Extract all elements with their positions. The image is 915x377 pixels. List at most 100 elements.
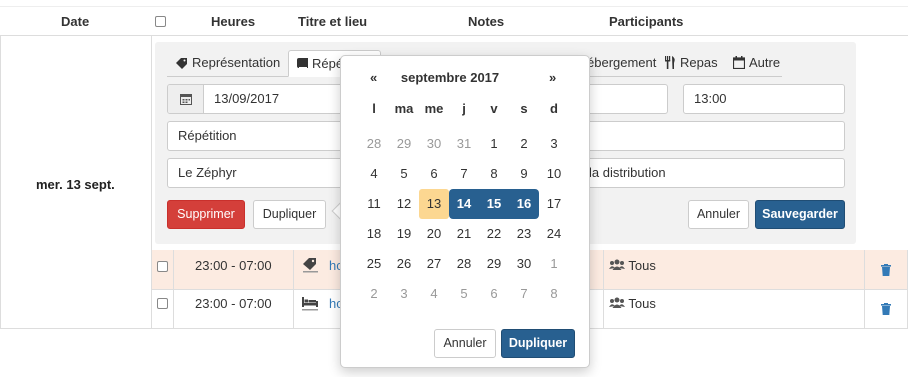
calendar-day[interactable]: 1 — [479, 129, 509, 159]
calendar-addon[interactable] — [168, 85, 204, 113]
save-button[interactable]: Sauvegarder — [755, 200, 845, 229]
tab-repetition-label: Répé — [312, 56, 344, 71]
tab-representation-label: Représentation — [192, 55, 281, 70]
ticket-icon — [176, 58, 187, 69]
bed-icon — [302, 297, 318, 311]
calendar-day[interactable]: 7 — [449, 159, 479, 189]
calendar-day[interactable]: 10 — [539, 159, 569, 189]
calendar-day[interactable]: 2 — [359, 279, 389, 309]
calendar-day[interactable]: 2 — [509, 129, 539, 159]
tab-hebergement[interactable]: ébergement — [587, 50, 656, 77]
row-checkbox[interactable] — [157, 261, 168, 272]
prev-month-button[interactable]: « — [370, 70, 377, 85]
calendar-day[interactable]: 12 — [389, 189, 419, 219]
row-time: 23:00 - 07:00 — [195, 258, 272, 273]
date-input[interactable]: 13/09/2017 — [167, 84, 347, 114]
row-participants: Tous — [609, 296, 656, 311]
date-value: 13/09/2017 — [214, 91, 280, 106]
next-month-button[interactable]: » — [549, 70, 556, 85]
calendar-day[interactable]: 3 — [389, 279, 419, 309]
row-participants: Tous — [609, 258, 656, 273]
weekday-header: j — [462, 101, 466, 116]
weekday-header: me — [424, 101, 444, 116]
tab-autre-label: Autre — [749, 55, 781, 70]
calendar-day[interactable]: 22 — [479, 219, 509, 249]
calendar-day[interactable]: 17 — [539, 189, 569, 219]
calendar-day[interactable]: 28 — [359, 129, 389, 159]
time-input[interactable]: 13:00 — [683, 84, 845, 114]
users-icon — [609, 297, 625, 308]
book-icon — [297, 58, 308, 69]
calendar-day[interactable]: 8 — [479, 159, 509, 189]
row-checkbox[interactable] — [157, 298, 168, 309]
calendar-duplicate-button[interactable]: Dupliquer — [501, 329, 575, 358]
calendar-day[interactable]: 30 — [509, 249, 539, 279]
calendar-day[interactable]: 6 — [419, 159, 449, 189]
tab-autre[interactable]: Autre — [732, 50, 781, 77]
calendar-day[interactable]: 28 — [449, 249, 479, 279]
cutlery-icon — [665, 56, 675, 69]
calendar-day[interactable]: 11 — [359, 189, 389, 219]
calendar-day[interactable]: 25 — [359, 249, 389, 279]
calendar-day[interactable]: 30 — [419, 129, 449, 159]
calendar-day[interactable]: 8 — [539, 279, 569, 309]
row-time: 23:00 - 07:00 — [195, 296, 272, 311]
calendar-day[interactable]: 26 — [389, 249, 419, 279]
calendar-day[interactable]: 27 — [419, 249, 449, 279]
calendar-cancel-button[interactable]: Annuler — [434, 329, 496, 358]
calendar-day[interactable]: 5 — [449, 279, 479, 309]
calendar-day[interactable]: 4 — [419, 279, 449, 309]
calendar-day[interactable]: 1 — [539, 249, 569, 279]
tab-repas-label: Repas — [680, 55, 718, 70]
location-input[interactable]: Le Zéphyr — [167, 158, 347, 188]
weekday-header: l — [372, 101, 376, 116]
ticket-icon — [303, 258, 318, 273]
weekday-header: v — [490, 101, 498, 116]
weekday-header: ma — [394, 101, 414, 116]
cancel-button[interactable]: Annuler — [688, 200, 749, 229]
calendar-day[interactable]: 29 — [389, 129, 419, 159]
calendar-day[interactable]: 19 — [389, 219, 419, 249]
calendar-day[interactable]: 21 — [449, 219, 479, 249]
duplicate-button[interactable]: Dupliquer — [253, 200, 326, 229]
calendar-day[interactable]: 9 — [509, 159, 539, 189]
calendar-day[interactable]: 31 — [449, 129, 479, 159]
calendar-icon — [732, 56, 746, 70]
calendar-day[interactable]: 5 — [389, 159, 419, 189]
calendar-day[interactable]: 3 — [539, 129, 569, 159]
calendar-day[interactable]: 23 — [509, 219, 539, 249]
calendar-day[interactable]: 6 — [479, 279, 509, 309]
calendar-day[interactable]: 7 — [509, 279, 539, 309]
time-value: 13:00 — [694, 91, 727, 106]
tab-representation[interactable]: Représentation — [175, 50, 280, 77]
end-date-input[interactable] — [585, 84, 668, 114]
select-all-checkbox[interactable] — [155, 16, 166, 27]
title-value: Répétition — [178, 128, 237, 143]
calendar-day[interactable]: 4 — [359, 159, 389, 189]
trash-icon[interactable] — [881, 264, 891, 276]
delete-button[interactable]: Supprimer — [167, 200, 245, 229]
row-participants-label: Tous — [628, 296, 656, 311]
calendar-day[interactable]: 14 — [449, 189, 479, 219]
calendar-day[interactable]: 15 — [479, 189, 509, 219]
users-icon — [609, 259, 625, 270]
calendar-day[interactable]: 16 — [509, 189, 539, 219]
calendar-day[interactable]: 18 — [359, 219, 389, 249]
tab-repas[interactable]: Repas — [665, 50, 718, 77]
row-participants-label: Tous — [628, 258, 656, 273]
calendar-day[interactable]: 20 — [419, 219, 449, 249]
tab-hebergement-label: ébergement — [587, 55, 657, 70]
header-notes: Notes — [468, 14, 505, 29]
calendar-day[interactable]: 13 — [419, 189, 449, 219]
location-value: Le Zéphyr — [178, 165, 237, 180]
calendar-day[interactable]: 24 — [539, 219, 569, 249]
trash-icon[interactable] — [881, 303, 891, 315]
calendar-month-title[interactable]: septembre 2017 — [400, 70, 500, 85]
calendar-day[interactable]: 29 — [479, 249, 509, 279]
participants-value: la distribution — [589, 165, 666, 180]
header-titre-lieu: Titre et lieu — [298, 14, 368, 29]
header-participants: Participants — [609, 14, 684, 29]
participants-input[interactable]: la distribution — [580, 158, 845, 188]
weekday-header: d — [550, 101, 558, 116]
calendar-icon — [179, 94, 192, 105]
